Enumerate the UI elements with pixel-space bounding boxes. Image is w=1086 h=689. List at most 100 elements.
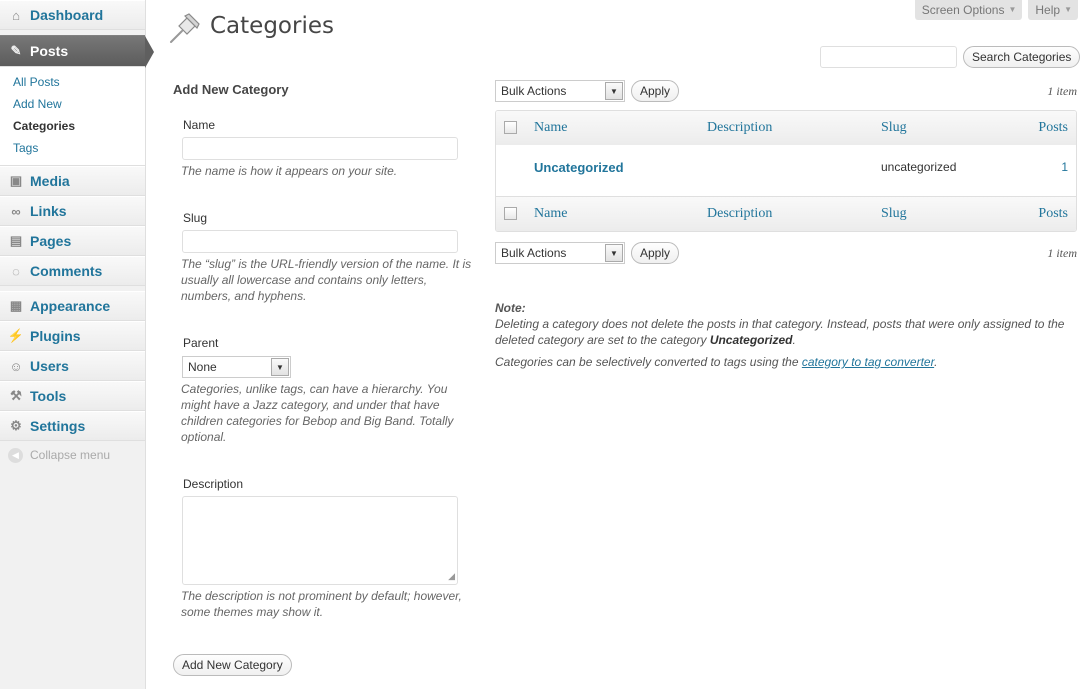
item-count-bottom: 1 item xyxy=(1047,245,1077,260)
category-name-input[interactable] xyxy=(182,137,458,160)
menu-appearance-label: Appearance xyxy=(30,298,111,314)
submenu-categories[interactable]: Categories xyxy=(0,115,145,137)
resize-grip-icon[interactable]: ◢ xyxy=(448,571,455,582)
footer-column-name[interactable]: Name xyxy=(526,197,699,231)
menu-users[interactable]: ☺ Users xyxy=(0,351,145,381)
footer-column-slug[interactable]: Slug xyxy=(873,197,993,231)
appearance-icon: ▦ xyxy=(9,298,23,313)
collapse-menu-button[interactable]: ◀ Collapse menu xyxy=(0,441,145,469)
menu-plugins[interactable]: ⚡ Plugins xyxy=(0,321,145,351)
menu-media-label: Media xyxy=(30,173,70,189)
note-text-2: Categories can be selectively converted … xyxy=(495,355,802,369)
slug-label: Slug xyxy=(183,211,208,225)
add-new-category-button[interactable]: Add New Category xyxy=(173,654,292,676)
name-description: The name is how it appears on your site. xyxy=(181,164,398,178)
menu-links-label: Links xyxy=(30,203,67,219)
menu-pages[interactable]: ▤ Pages xyxy=(0,226,145,256)
settings-icon: ⚙ xyxy=(10,418,22,433)
pushpin-icon: ✎ xyxy=(10,43,22,58)
category-slug-input[interactable] xyxy=(182,230,458,253)
footer-column-description[interactable]: Description xyxy=(699,197,873,231)
categories-list: Bulk Actions ▼ Apply 1 item Name Descrip… xyxy=(495,80,1077,376)
tools-icon: ⚒ xyxy=(10,388,22,403)
screen-options-button[interactable]: Screen Options ▼ xyxy=(914,0,1023,20)
menu-settings-label: Settings xyxy=(30,418,86,434)
parent-select[interactable]: None ▼ xyxy=(182,356,291,378)
submenu-add-new[interactable]: Add New xyxy=(0,93,145,115)
apply-button-bottom[interactable]: Apply xyxy=(631,242,680,264)
menu-tools-label: Tools xyxy=(30,388,67,404)
row-name-cell: Uncategorized xyxy=(526,145,699,197)
note-text-1-end: . xyxy=(792,333,796,347)
parent-label: Parent xyxy=(183,336,219,350)
menu-comments[interactable]: ◌ Comments xyxy=(0,256,145,286)
triangle-down-icon: ▼ xyxy=(1064,5,1072,14)
menu-comments-label: Comments xyxy=(30,263,103,279)
row-posts-cell: 1 xyxy=(993,145,1076,197)
category-name-link[interactable]: Uncategorized xyxy=(534,160,624,175)
category-to-tag-converter-link[interactable]: category to tag converter xyxy=(802,355,934,369)
row-checkbox-cell xyxy=(496,145,526,197)
bulk-actions-select[interactable]: Bulk Actions ▼ xyxy=(495,80,625,102)
column-slug[interactable]: Slug xyxy=(873,111,993,145)
help-label: Help xyxy=(1035,2,1061,17)
admin-sidebar: ⌂ Dashboard ✎ Posts All Posts Add New Ca… xyxy=(0,0,154,689)
menu-links[interactable]: ∞ Links xyxy=(0,196,145,226)
note-text-2-end: . xyxy=(934,355,938,369)
posts-submenu: All Posts Add New Categories Tags xyxy=(0,67,145,166)
menu-plugins-label: Plugins xyxy=(30,328,81,344)
category-description-textarea[interactable]: ◢ xyxy=(182,496,458,585)
menu-posts[interactable]: ✎ Posts xyxy=(0,35,154,68)
menu-media[interactable]: ▣ Media xyxy=(0,166,145,196)
note-label: Note: xyxy=(495,301,526,315)
menu-settings[interactable]: ⚙ Settings xyxy=(0,411,145,441)
bulk-actions-value: Bulk Actions xyxy=(501,84,567,98)
plug-icon: ⚡ xyxy=(7,328,25,343)
form-note: Note: Deleting a category does not delet… xyxy=(495,300,1077,370)
menu-appearance[interactable]: ▦ Appearance xyxy=(0,291,145,321)
slug-description: The “slug” is the URL-friendly version o… xyxy=(181,257,472,303)
help-button[interactable]: Help ▼ xyxy=(1028,0,1078,20)
search-categories-button[interactable]: Search Categories xyxy=(963,46,1081,68)
footer-column-posts[interactable]: Posts xyxy=(993,197,1076,231)
select-all-cell-footer xyxy=(496,197,526,231)
note-uncategorized: Uncategorized xyxy=(709,333,793,347)
link-icon: ∞ xyxy=(11,203,21,219)
column-name[interactable]: Name xyxy=(526,111,699,145)
search-box: Search Categories xyxy=(820,46,1081,68)
categories-table: Name Description Slug Posts Uncategorize… xyxy=(495,110,1077,232)
menu-dashboard-label: Dashboard xyxy=(30,7,104,23)
column-posts[interactable]: Posts xyxy=(993,111,1076,145)
column-description[interactable]: Description xyxy=(699,111,873,145)
select-all-checkbox-footer[interactable] xyxy=(504,207,517,221)
menu-posts-label: Posts xyxy=(30,43,69,59)
triangle-down-icon: ▼ xyxy=(1008,5,1017,14)
description-label: Description xyxy=(183,477,244,491)
chevron-down-icon: ▼ xyxy=(271,358,289,376)
screen-options-label: Screen Options xyxy=(921,2,1005,17)
bulk-actions-select-bottom[interactable]: Bulk Actions ▼ xyxy=(495,242,625,264)
posts-count-link[interactable]: 1 xyxy=(1061,160,1068,174)
menu-users-label: Users xyxy=(30,358,69,374)
search-categories-input[interactable] xyxy=(820,46,957,68)
name-label: Name xyxy=(183,118,216,132)
submenu-all-posts[interactable]: All Posts xyxy=(0,71,145,93)
add-category-form: Add New Category Name The name is how it… xyxy=(173,82,473,676)
form-title: Add New Category xyxy=(173,82,289,97)
menu-pages-label: Pages xyxy=(30,233,72,249)
page-title: Categories xyxy=(210,13,334,39)
menu-tools[interactable]: ⚒ Tools xyxy=(0,381,145,411)
collapse-menu-label: Collapse menu xyxy=(30,448,111,462)
screen-meta-links: Screen Options ▼ Help ▼ xyxy=(914,0,1078,20)
row-slug: uncategorized xyxy=(873,145,993,197)
users-icon: ☺ xyxy=(9,358,23,374)
collapse-arrow-icon: ◀ xyxy=(8,447,23,463)
menu-dashboard[interactable]: ⌂ Dashboard xyxy=(0,0,145,30)
table-footer-row: Name Description Slug Posts xyxy=(496,197,1076,231)
chevron-down-icon: ▼ xyxy=(605,82,623,100)
select-all-checkbox[interactable] xyxy=(504,121,517,135)
apply-button[interactable]: Apply xyxy=(631,80,680,102)
submenu-tags[interactable]: Tags xyxy=(0,137,145,159)
table-row: Uncategorized uncategorized 1 xyxy=(496,145,1076,197)
pushpin-icon xyxy=(170,13,200,43)
